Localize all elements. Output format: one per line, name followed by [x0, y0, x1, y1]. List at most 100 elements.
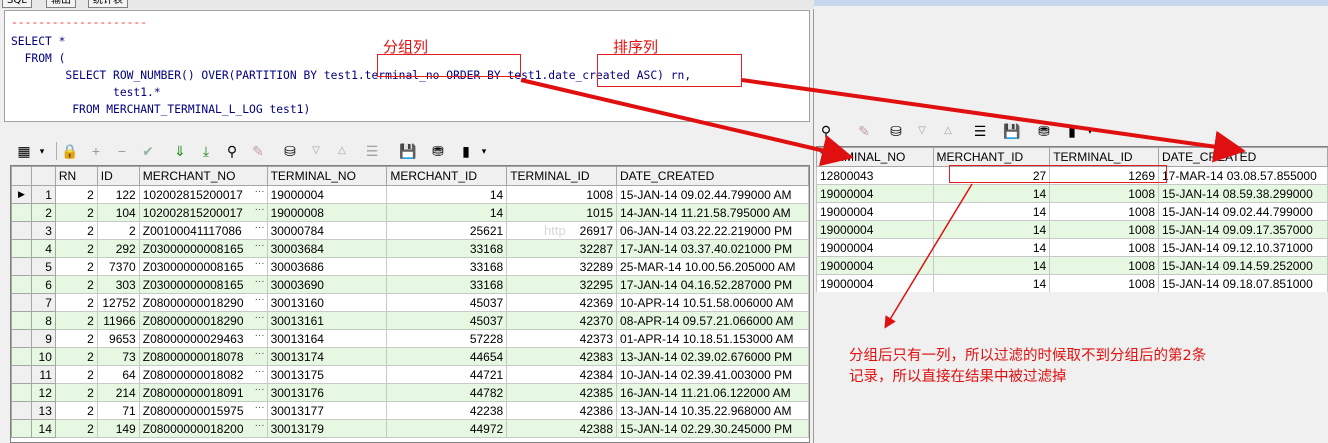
table-row[interactable]: 11 2 64 Z08000000018082 ··· 30013175 44721 4238…	[11, 365, 809, 384]
merchant-id-cell[interactable]: 33168	[386, 257, 508, 276]
row-pointer-cell[interactable]	[11, 221, 32, 240]
date-created-cell[interactable]: 06-JAN-14 03.22.22.219000 PM	[616, 221, 809, 240]
terminal-id-cell[interactable]: 1008	[1049, 238, 1159, 257]
terminal-id-cell[interactable]: 1015	[506, 203, 618, 222]
column-header-date-created[interactable]: DATE_CREATED	[1158, 147, 1328, 167]
merchant-id-cell[interactable]: 45037	[386, 311, 508, 330]
row-pointer-cell[interactable]	[11, 311, 32, 330]
row-pointer-cell[interactable]	[11, 347, 32, 366]
lock-icon[interactable]: 🔒	[60, 141, 80, 161]
date-created-cell[interactable]: 15-JAN-14 09.02.44.799000 AM	[616, 185, 809, 204]
ellipsis-button[interactable]: ···	[255, 295, 265, 306]
row-number-cell[interactable]: 13	[30, 401, 56, 420]
table-row[interactable]: ▶ 1 2 122 102002815200017 ··· 19000004 14 1008 15…	[11, 185, 809, 204]
database-icon[interactable]: ⛃	[1034, 121, 1054, 141]
row-pointer-cell[interactable]	[11, 329, 32, 348]
id-cell[interactable]: 303	[96, 275, 140, 294]
date-created-cell[interactable]: 15-JAN-14 09.12.10.371000	[1158, 238, 1328, 257]
query-by-example-icon[interactable]: ⛁	[280, 141, 300, 161]
terminal-no-cell[interactable]: 30013179	[266, 419, 388, 438]
merchant-id-cell[interactable]: 44654	[386, 347, 508, 366]
rn-cell[interactable]: 2	[54, 293, 98, 312]
row-pointer-cell[interactable]	[11, 419, 32, 438]
terminal-id-cell[interactable]: 1008	[1049, 220, 1159, 239]
terminal-id-cell[interactable]: 1008	[506, 185, 618, 204]
merchant-no-cell[interactable]: Z08000000015975 ···	[138, 401, 268, 420]
terminal-no-cell[interactable]: 30013161	[266, 311, 388, 330]
rn-cell[interactable]: 2	[54, 347, 98, 366]
ellipsis-button[interactable]: ···	[255, 277, 265, 288]
ellipsis-button[interactable]: ···	[255, 403, 265, 414]
date-created-cell[interactable]: 13-JAN-14 02.39.02.676000 PM	[616, 347, 809, 366]
merchant-no-cell[interactable]: Z08000000018290 ···	[138, 293, 268, 312]
ellipsis-button[interactable]: ···	[255, 223, 265, 234]
table-row[interactable]: 13 2 71 Z08000000015975 ··· 30013177 42238 4238…	[11, 401, 809, 420]
merchant-no-cell[interactable]: Z03000000008165 ···	[138, 275, 268, 294]
row-number-cell[interactable]: 8	[30, 311, 56, 330]
row-pointer-cell[interactable]	[11, 203, 32, 222]
column-header-terminal-no[interactable]: TERMINAL_NO	[816, 147, 934, 167]
terminal-id-cell[interactable]: 1008	[1049, 184, 1159, 203]
save-icon[interactable]: 💾	[398, 141, 418, 161]
id-cell[interactable]: 64	[96, 365, 140, 384]
next-record-icon[interactable]: ▽	[912, 121, 932, 141]
merchant-no-cell[interactable]: Z08000000029463 ···	[138, 329, 268, 348]
date-created-cell[interactable]: 14-JAN-14 11.21.58.795000 AM	[616, 203, 809, 222]
id-cell[interactable]: 9653	[96, 329, 140, 348]
table-row[interactable]: 19000004 14 1008 15-JAN-14 08.59.38.299000	[816, 184, 1328, 203]
current-row-pointer-icon[interactable]: ▶	[11, 185, 32, 204]
date-created-cell[interactable]: 15-JAN-14 09.14.59.252000	[1158, 256, 1328, 275]
rn-cell[interactable]: 2	[54, 401, 98, 420]
export-icon[interactable]: ☰	[970, 121, 990, 141]
merchant-no-cell[interactable]: Z03000000008165 ···	[138, 239, 268, 258]
column-header-date-created[interactable]: DATE_CREATED	[616, 166, 809, 186]
terminal-no-cell[interactable]: 30003686	[266, 257, 388, 276]
merchant-no-cell[interactable]: Z08000000018200 ···	[138, 419, 268, 438]
table-row[interactable]: 9 2 9653 Z08000000029463 ··· 30013164 57228 423…	[11, 329, 809, 348]
date-created-cell[interactable]: 08-APR-14 09.57.21.066000 AM	[616, 311, 809, 330]
row-number-cell[interactable]: 5	[30, 257, 56, 276]
terminal-no-cell[interactable]: 19000004	[816, 238, 934, 257]
terminal-id-cell[interactable]: 42370	[506, 311, 618, 330]
row-pointer-cell[interactable]	[11, 383, 32, 402]
date-created-cell[interactable]: 15-JAN-14 09.02.44.799000	[1158, 202, 1328, 221]
ellipsis-button[interactable]: ···	[255, 205, 265, 216]
date-created-cell[interactable]: 10-JAN-14 02.39.41.003000 PM	[616, 365, 809, 384]
database-icon[interactable]: ⛃	[428, 141, 448, 161]
merchant-no-cell[interactable]: Z08000000018091 ···	[138, 383, 268, 402]
terminal-no-cell[interactable]: 30013164	[266, 329, 388, 348]
ellipsis-button[interactable]: ···	[255, 259, 265, 270]
ellipsis-button[interactable]: ···	[255, 313, 265, 324]
terminal-no-cell[interactable]: 30000784	[266, 221, 388, 240]
id-cell[interactable]: 2	[96, 221, 140, 240]
merchant-no-cell[interactable]: Z08000000018290 ···	[138, 311, 268, 330]
terminal-no-cell[interactable]: 30013176	[266, 383, 388, 402]
terminal-id-cell[interactable]: 1008	[1049, 256, 1159, 275]
post-changes-icon[interactable]: ✔	[138, 141, 158, 161]
previous-record-icon[interactable]: △	[332, 141, 352, 161]
row-pointer-cell[interactable]	[11, 401, 32, 420]
merchant-id-cell[interactable]: 33168	[386, 275, 508, 294]
table-row[interactable]: 7 2 12752 Z08000000018290 ··· 30013160 45037 42…	[11, 293, 809, 312]
table-row[interactable]: 14 2 149 Z08000000018200 ··· 30013179 44972 423…	[11, 419, 809, 438]
rn-cell[interactable]: 2	[54, 383, 98, 402]
fetch-next-icon[interactable]: ⇓	[170, 141, 190, 161]
table-row[interactable]: 6 2 303 Z03000000008165 ··· 30003690 33168 3229…	[11, 275, 809, 294]
merchant-id-cell[interactable]: 14	[932, 256, 1051, 275]
terminal-no-cell[interactable]: 19000004	[816, 220, 934, 239]
rn-cell[interactable]: 2	[54, 329, 98, 348]
terminal-id-cell[interactable]: 32287	[506, 239, 618, 258]
merchant-id-cell[interactable]: 14	[932, 238, 1051, 257]
fetch-all-icon[interactable]: ⤓	[196, 141, 216, 161]
row-pointer-cell[interactable]	[11, 239, 32, 258]
tab-output[interactable]: 输出	[46, 0, 76, 8]
id-cell[interactable]: 214	[96, 383, 140, 402]
rn-cell[interactable]: 2	[54, 275, 98, 294]
column-header-merchant-id[interactable]: MERCHANT_ID	[932, 147, 1051, 167]
column-header-merchant-id[interactable]: MERCHANT_ID	[386, 166, 508, 186]
query-by-example-icon[interactable]: ⛁	[886, 121, 906, 141]
ellipsis-button[interactable]: ···	[255, 367, 265, 378]
column-header-rn[interactable]: RN	[54, 166, 98, 186]
id-cell[interactable]: 12752	[96, 293, 140, 312]
id-cell[interactable]: 73	[96, 347, 140, 366]
